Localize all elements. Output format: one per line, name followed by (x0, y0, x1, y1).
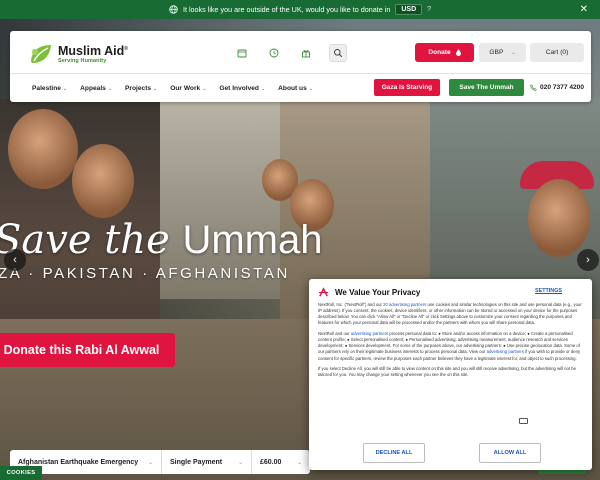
nav-item-get-involved[interactable]: Get Involved ⌄ (219, 85, 265, 92)
advertising-partners-link[interactable]: advertising partners (351, 331, 388, 336)
nav-item-about-us[interactable]: About us ⌄ (278, 85, 313, 92)
amount-value: £60.00 (260, 458, 282, 466)
gaza-is-starving-button[interactable]: Gaza Is Starving (374, 79, 440, 96)
consent-paragraph-3: If you select Decline All, you will stil… (318, 366, 576, 378)
nav-item-palestine[interactable]: Palestine ⌄ (32, 85, 67, 92)
header-icon-group (233, 44, 347, 62)
chevron-down-icon: ⌄ (296, 459, 302, 466)
advertising-partners-link[interactable]: advertising partners (487, 349, 524, 354)
close-notice-icon[interactable]: ✕ (580, 4, 588, 15)
phone-icon (530, 84, 537, 91)
search-icon[interactable] (329, 44, 347, 62)
brand-name: Muslim Aid (58, 44, 125, 59)
settings-badge-icon (519, 418, 528, 424)
currency-select-usd[interactable]: USD (395, 4, 423, 15)
privacy-consent-modal: We Value Your Privacy SETTINGS NextRoll,… (309, 279, 592, 470)
hero-headline: Save the Ummah (0, 217, 323, 263)
hero-child-face (8, 109, 78, 189)
advertising-partners-link[interactable]: 20 advertising partners (383, 302, 426, 307)
cart-count: (0) (560, 49, 569, 56)
hero-countries: ZA · PAKISTAN · AFGHANISTAN (0, 265, 290, 282)
help-icon[interactable]: ? (427, 6, 431, 13)
gift-icon[interactable] (297, 44, 315, 62)
modal-title: We Value Your Privacy (335, 288, 421, 297)
nav-item-our-work[interactable]: Our Work ⌄ (170, 85, 206, 92)
chevron-down-icon: ⌄ (147, 459, 153, 466)
nav-item-projects[interactable]: Projects ⌄ (125, 85, 157, 92)
hero-boy-face (528, 179, 590, 257)
appeal-value: Afghanistan Earthquake Emergency (18, 458, 139, 466)
allow-all-button[interactable]: ALLOW ALL (479, 443, 541, 463)
currency-notice-bar: It looks like you are outside of the UK,… (0, 0, 600, 19)
donate-label: Donate (428, 49, 451, 56)
cookies-tab[interactable]: COOKIES (0, 466, 42, 480)
frequency-value: Single Payment (170, 458, 223, 466)
notice-text: It looks like you are outside of the UK,… (182, 5, 391, 14)
calendar-icon[interactable] (233, 44, 251, 62)
quick-donate-bar: Afghanistan Earthquake Emergency ⌄ Single… (10, 450, 310, 474)
nextroll-logo-icon (318, 287, 329, 297)
chevron-down-icon: ⌄ (511, 49, 516, 56)
header-divider (10, 73, 591, 74)
consent-paragraph-1: NextRoll, Inc. ("NextRoll") and our 20 a… (318, 302, 582, 326)
headline-upright: Ummah (182, 218, 323, 262)
hero-child-face (72, 144, 134, 218)
decline-all-button[interactable]: DECLINE ALL (363, 443, 425, 463)
clock-icon[interactable] (265, 44, 283, 62)
phone-number: 020 7377 4200 (540, 84, 585, 91)
nav-item-appeals[interactable]: Appeals ⌄ (80, 85, 112, 92)
chevron-down-icon: ⌄ (237, 459, 243, 466)
currency-dropdown[interactable]: GBP ⌄ (479, 43, 526, 62)
modal-body: NextRoll, Inc. ("NextRoll") and our 20 a… (318, 302, 584, 383)
carousel-next-icon[interactable]: › (577, 249, 599, 271)
cart-button[interactable]: Cart (0) (530, 43, 584, 62)
frequency-select[interactable]: Single Payment ⌄ (162, 450, 252, 474)
phone-link[interactable]: 020 7377 4200 (530, 84, 584, 91)
drop-icon (455, 49, 461, 56)
carousel-prev-icon[interactable]: ‹ (4, 249, 26, 271)
globe-icon (169, 5, 178, 14)
leaf-logo-icon (31, 45, 51, 63)
amount-select[interactable]: £60.00 ⌄ (252, 450, 310, 474)
brand-registered-mark: ® (124, 46, 128, 53)
muslim-aid-logo[interactable]: Muslim Aid® Serving Humanity (28, 42, 128, 66)
consent-paragraph-2: NextRoll and our advertising partners pr… (318, 330, 581, 361)
main-nav: Palestine ⌄ Appeals ⌄ Projects ⌄ Our Work ⌄ … (32, 85, 313, 92)
site-header: Muslim Aid® Serving Humanity Donate GBP … (10, 31, 591, 102)
cart-label: Cart (545, 49, 559, 56)
modal-header: We Value Your Privacy (318, 287, 420, 298)
donate-rabi-al-awwal-button[interactable]: Donate this Rabi Al Awwal (0, 333, 175, 367)
donate-button[interactable]: Donate (415, 43, 474, 62)
currency-label: GBP (489, 49, 504, 56)
save-the-ummah-button[interactable]: Save The Ummah (449, 79, 524, 96)
settings-link[interactable]: SETTINGS (535, 288, 562, 294)
